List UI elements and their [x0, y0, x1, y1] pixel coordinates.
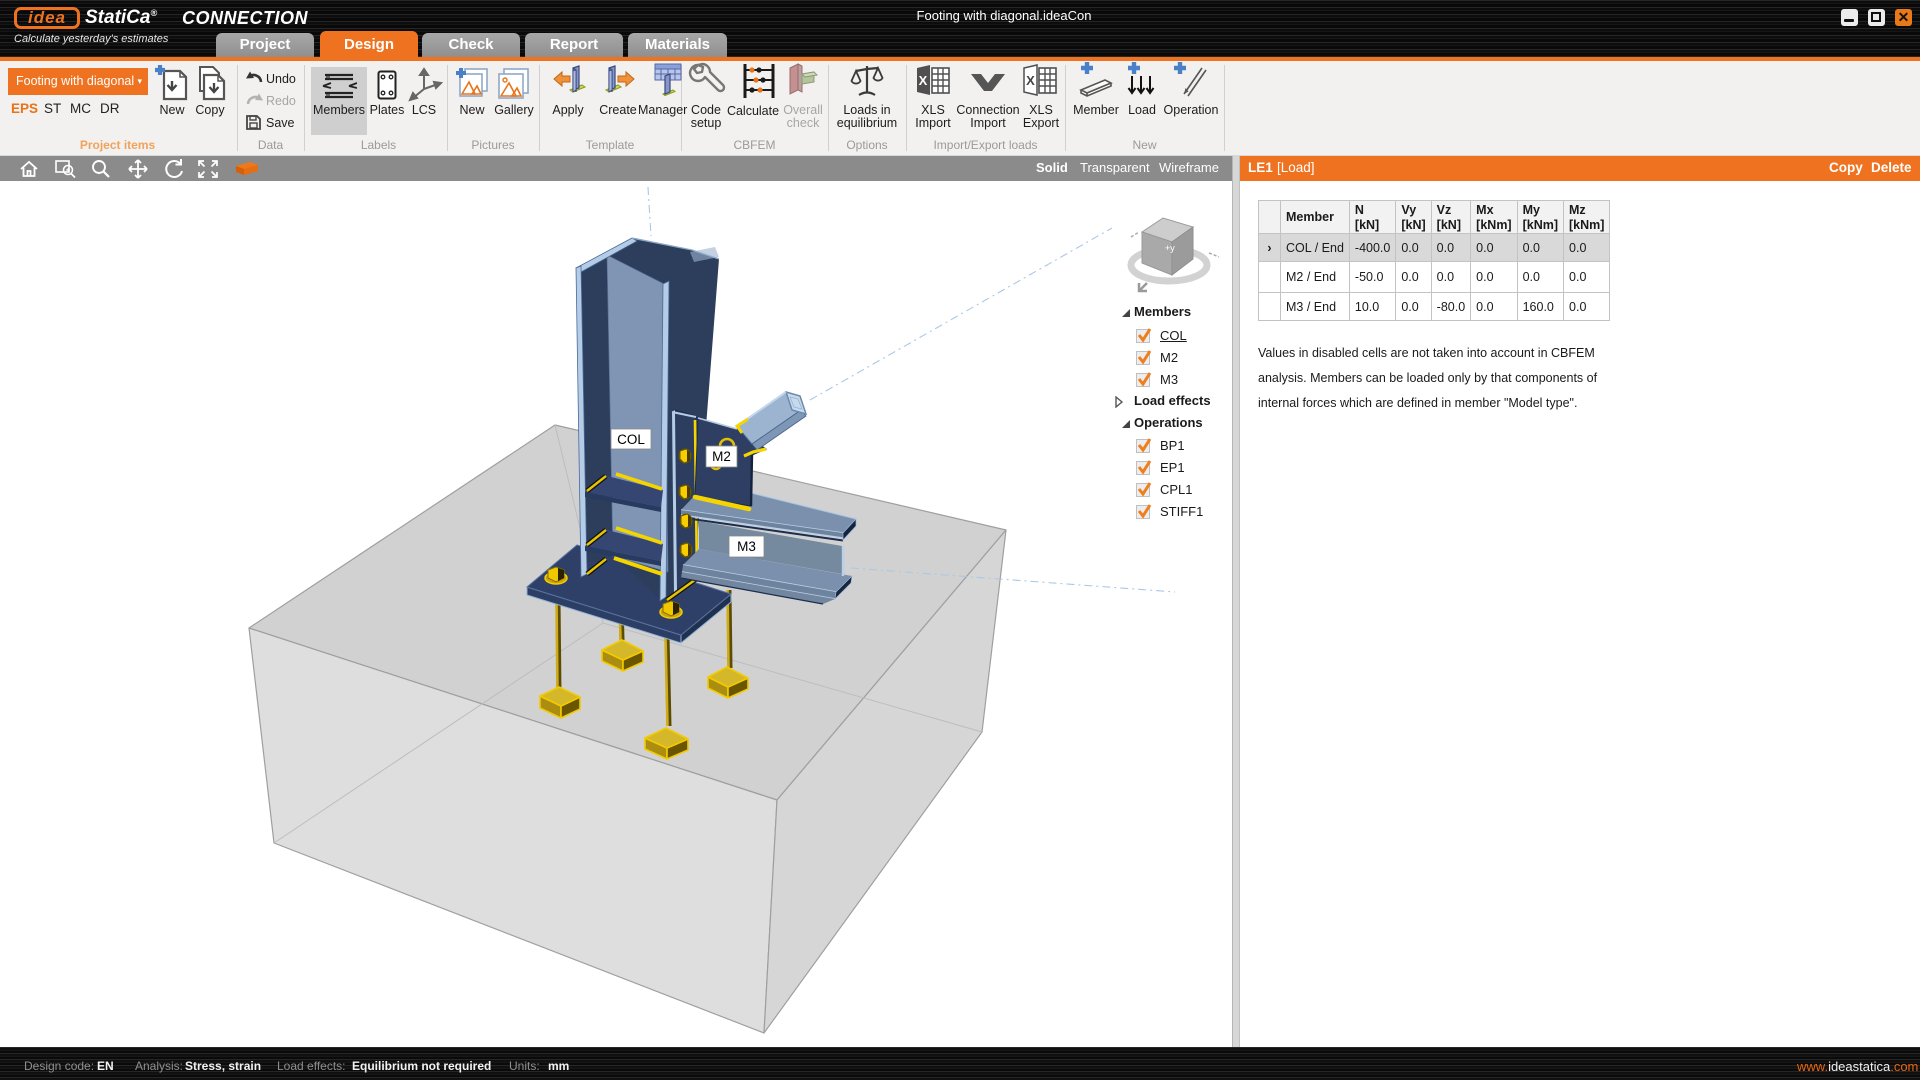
svg-text:+y: +y [1165, 243, 1175, 253]
svg-text:M2: M2 [712, 449, 731, 464]
svg-text:X: X [1026, 73, 1035, 88]
svg-text:M3: M3 [737, 539, 756, 554]
svg-text:COL: COL [617, 432, 645, 447]
svg-text:X: X [919, 73, 928, 88]
